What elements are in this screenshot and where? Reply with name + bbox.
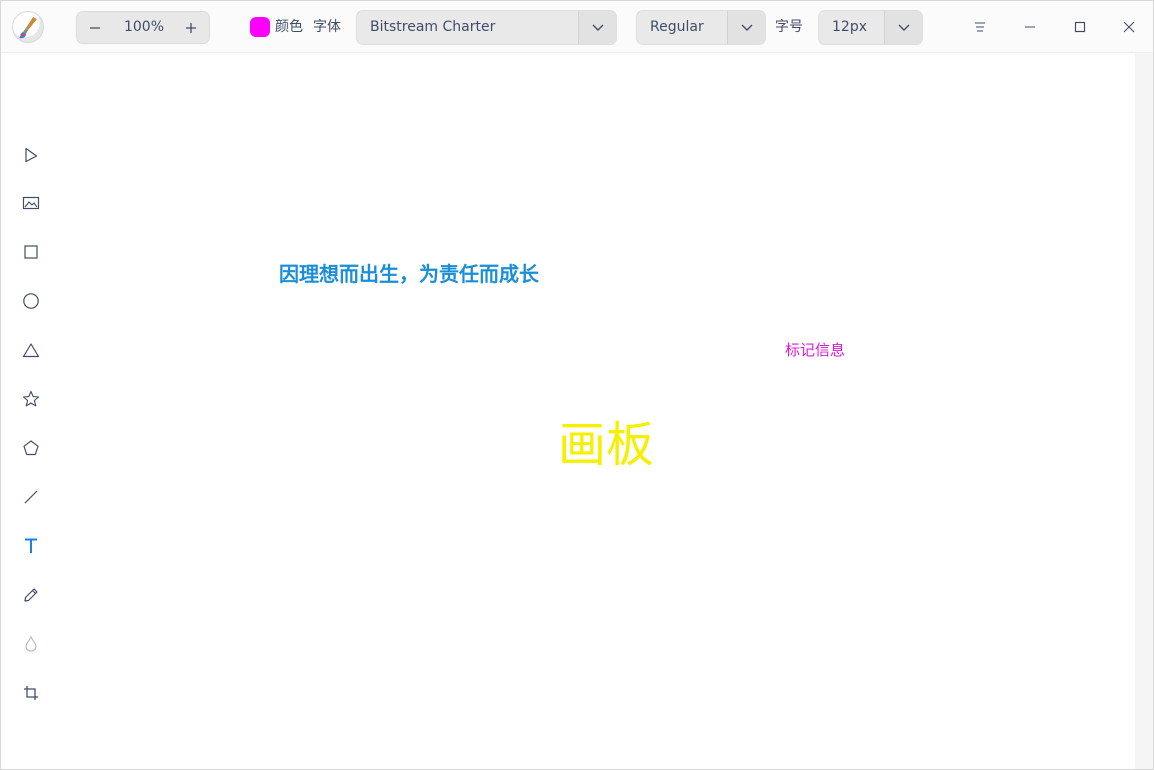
drawing-canvas[interactable]: 因理想而出生，为责任而成长 标记信息 画板 bbox=[61, 53, 1135, 769]
star-tool[interactable] bbox=[15, 383, 47, 415]
tool-bar bbox=[1, 53, 61, 769]
image-tool[interactable] bbox=[15, 187, 47, 219]
pencil-icon bbox=[24, 588, 38, 602]
rectangle-tool[interactable] bbox=[15, 236, 47, 268]
minus-icon bbox=[90, 26, 100, 29]
maximize-button[interactable] bbox=[1062, 9, 1098, 45]
square-icon bbox=[24, 245, 38, 259]
cursor-arrow-icon bbox=[25, 147, 38, 163]
minimize-button[interactable] bbox=[1012, 9, 1048, 45]
font-size-label: 字号 bbox=[775, 19, 803, 35]
chevron-down-icon[interactable] bbox=[578, 11, 616, 44]
close-icon bbox=[1123, 21, 1135, 33]
app-window: 100% 颜色 字体 Bitstream Charter Regular 字号 … bbox=[0, 0, 1154, 770]
polygon-tool[interactable] bbox=[15, 432, 47, 464]
text-tool[interactable] bbox=[15, 530, 47, 562]
font-size-value: 12px bbox=[832, 19, 867, 35]
blur-tool[interactable] bbox=[15, 628, 47, 660]
zoom-control: 100% bbox=[76, 11, 210, 44]
triangle-icon bbox=[22, 343, 40, 358]
canvas-text-slogan[interactable]: 因理想而出生，为责任而成长 bbox=[279, 260, 539, 288]
color-swatch-button[interactable] bbox=[250, 17, 270, 37]
canvas-text-mark[interactable]: 标记信息 bbox=[785, 340, 845, 360]
color-label: 颜色 bbox=[275, 19, 303, 35]
font-family-value: Bitstream Charter bbox=[370, 19, 496, 35]
line-tool[interactable] bbox=[15, 481, 47, 513]
vertical-scrollbar[interactable] bbox=[1135, 53, 1153, 769]
menu-button[interactable] bbox=[962, 9, 998, 45]
pencil-tool[interactable] bbox=[15, 579, 47, 611]
line-icon bbox=[24, 490, 38, 504]
circle-icon bbox=[23, 293, 39, 309]
crop-tool[interactable] bbox=[15, 677, 47, 709]
zoom-level[interactable]: 100% bbox=[113, 12, 175, 43]
zoom-in-button[interactable] bbox=[173, 12, 209, 43]
maximize-icon bbox=[1074, 21, 1086, 33]
triangle-tool[interactable] bbox=[15, 334, 47, 366]
chevron-down-icon[interactable] bbox=[727, 11, 765, 44]
title-bar: 100% 颜色 字体 Bitstream Charter Regular 字号 … bbox=[1, 1, 1153, 53]
pentagon-icon bbox=[23, 440, 39, 456]
chevron-down-icon[interactable] bbox=[884, 11, 922, 44]
hamburger-menu-icon bbox=[975, 22, 985, 32]
select-tool[interactable] bbox=[15, 139, 47, 171]
drop-icon bbox=[25, 635, 37, 652]
font-weight-value: Regular bbox=[650, 19, 704, 35]
font-weight-select[interactable]: Regular bbox=[636, 10, 766, 45]
font-label: 字体 bbox=[313, 19, 341, 35]
font-family-select[interactable]: Bitstream Charter bbox=[356, 10, 617, 45]
plus-icon bbox=[186, 22, 196, 33]
crop-icon bbox=[24, 686, 38, 700]
app-logo-icon bbox=[12, 11, 44, 43]
close-button[interactable] bbox=[1111, 9, 1147, 45]
ellipse-tool[interactable] bbox=[15, 285, 47, 317]
image-icon bbox=[22, 196, 40, 210]
minimize-icon bbox=[1025, 26, 1035, 28]
font-size-select[interactable]: 12px bbox=[818, 10, 923, 45]
zoom-out-button[interactable] bbox=[77, 12, 113, 43]
star-icon bbox=[22, 390, 40, 407]
canvas-text-board[interactable]: 画板 bbox=[558, 415, 654, 475]
text-icon bbox=[25, 538, 37, 553]
